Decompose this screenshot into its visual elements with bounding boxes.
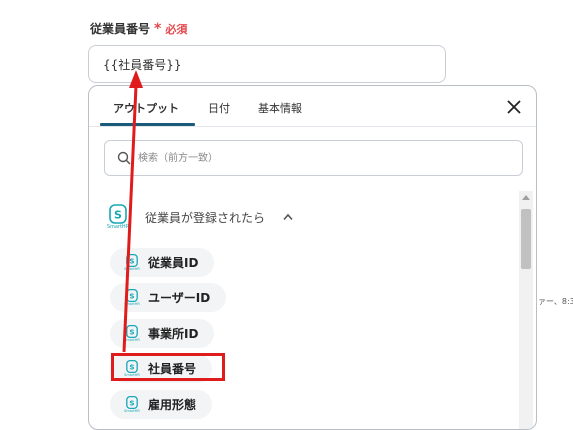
logo-caption: SmartHR — [124, 267, 140, 271]
svg-text:S: S — [114, 209, 122, 222]
svg-text:S: S — [129, 291, 134, 300]
svg-text:S: S — [129, 327, 134, 336]
item-label: 従業員ID — [148, 256, 199, 270]
scrollbar[interactable] — [519, 191, 533, 429]
smarthr-icon: S — [126, 396, 138, 409]
scroll-up-arrow-icon[interactable] — [522, 195, 530, 200]
required-mark: * — [154, 20, 162, 37]
logo-caption: SmartHR — [106, 224, 130, 230]
logo-caption: SmartHR — [124, 409, 140, 413]
svg-text:S: S — [129, 256, 134, 265]
required-text: 必須 — [165, 22, 188, 36]
search-input[interactable] — [136, 151, 500, 165]
item-label: ユーザーID — [148, 291, 211, 305]
output-item-employee-id[interactable]: S SmartHR 従業員ID — [110, 248, 215, 277]
scrollbar-thumb[interactable] — [521, 209, 531, 269]
smarthr-icon: S — [109, 204, 127, 224]
smarthr-logo: S SmartHR — [105, 204, 131, 230]
search-field[interactable] — [104, 140, 523, 176]
tab-date[interactable]: 日付 — [208, 100, 230, 116]
smarthr-icon: S — [126, 289, 138, 302]
item-label: 事業所ID — [148, 327, 199, 341]
smarthr-logo: S SmartHR — [124, 396, 140, 413]
search-icon — [117, 151, 131, 165]
close-icon — [507, 100, 521, 114]
close-button[interactable] — [504, 97, 524, 117]
group-header[interactable]: S SmartHR 従業員が登録されたら — [105, 204, 293, 230]
tab-bar: アウトプット 日付 基本情報 — [89, 86, 536, 127]
chevron-up-icon — [283, 213, 293, 221]
smarthr-logo: S SmartHR — [124, 289, 140, 306]
smarthr-logo: S SmartHR — [124, 325, 140, 342]
output-item-employment-type[interactable]: S SmartHR 雇用形態 — [110, 390, 213, 419]
highlight-box — [111, 353, 225, 381]
tab-basic-info[interactable]: 基本情報 — [258, 100, 302, 116]
smarthr-logo: S SmartHR — [124, 254, 140, 271]
logo-caption: SmartHR — [124, 302, 140, 306]
smarthr-icon: S — [126, 254, 138, 267]
svg-text:S: S — [129, 398, 134, 407]
field-label-row: 従業員番号 * 必須 — [90, 20, 187, 37]
tab-divider — [89, 126, 536, 127]
smarthr-icon: S — [126, 325, 138, 338]
output-item-office-id[interactable]: S SmartHR 事業所ID — [110, 319, 215, 348]
background-text: ァー、8:3 — [538, 297, 573, 306]
tab-output[interactable]: アウトプット — [113, 100, 179, 116]
field-label: 従業員番号 — [90, 22, 151, 36]
logo-caption: SmartHR — [124, 338, 140, 342]
item-label: 雇用形態 — [148, 398, 197, 412]
employee-number-input[interactable]: {{社員番号}} — [88, 45, 446, 83]
output-item-user-id[interactable]: S SmartHR ユーザーID — [110, 283, 227, 312]
group-label: 従業員が登録されたら — [145, 210, 266, 225]
